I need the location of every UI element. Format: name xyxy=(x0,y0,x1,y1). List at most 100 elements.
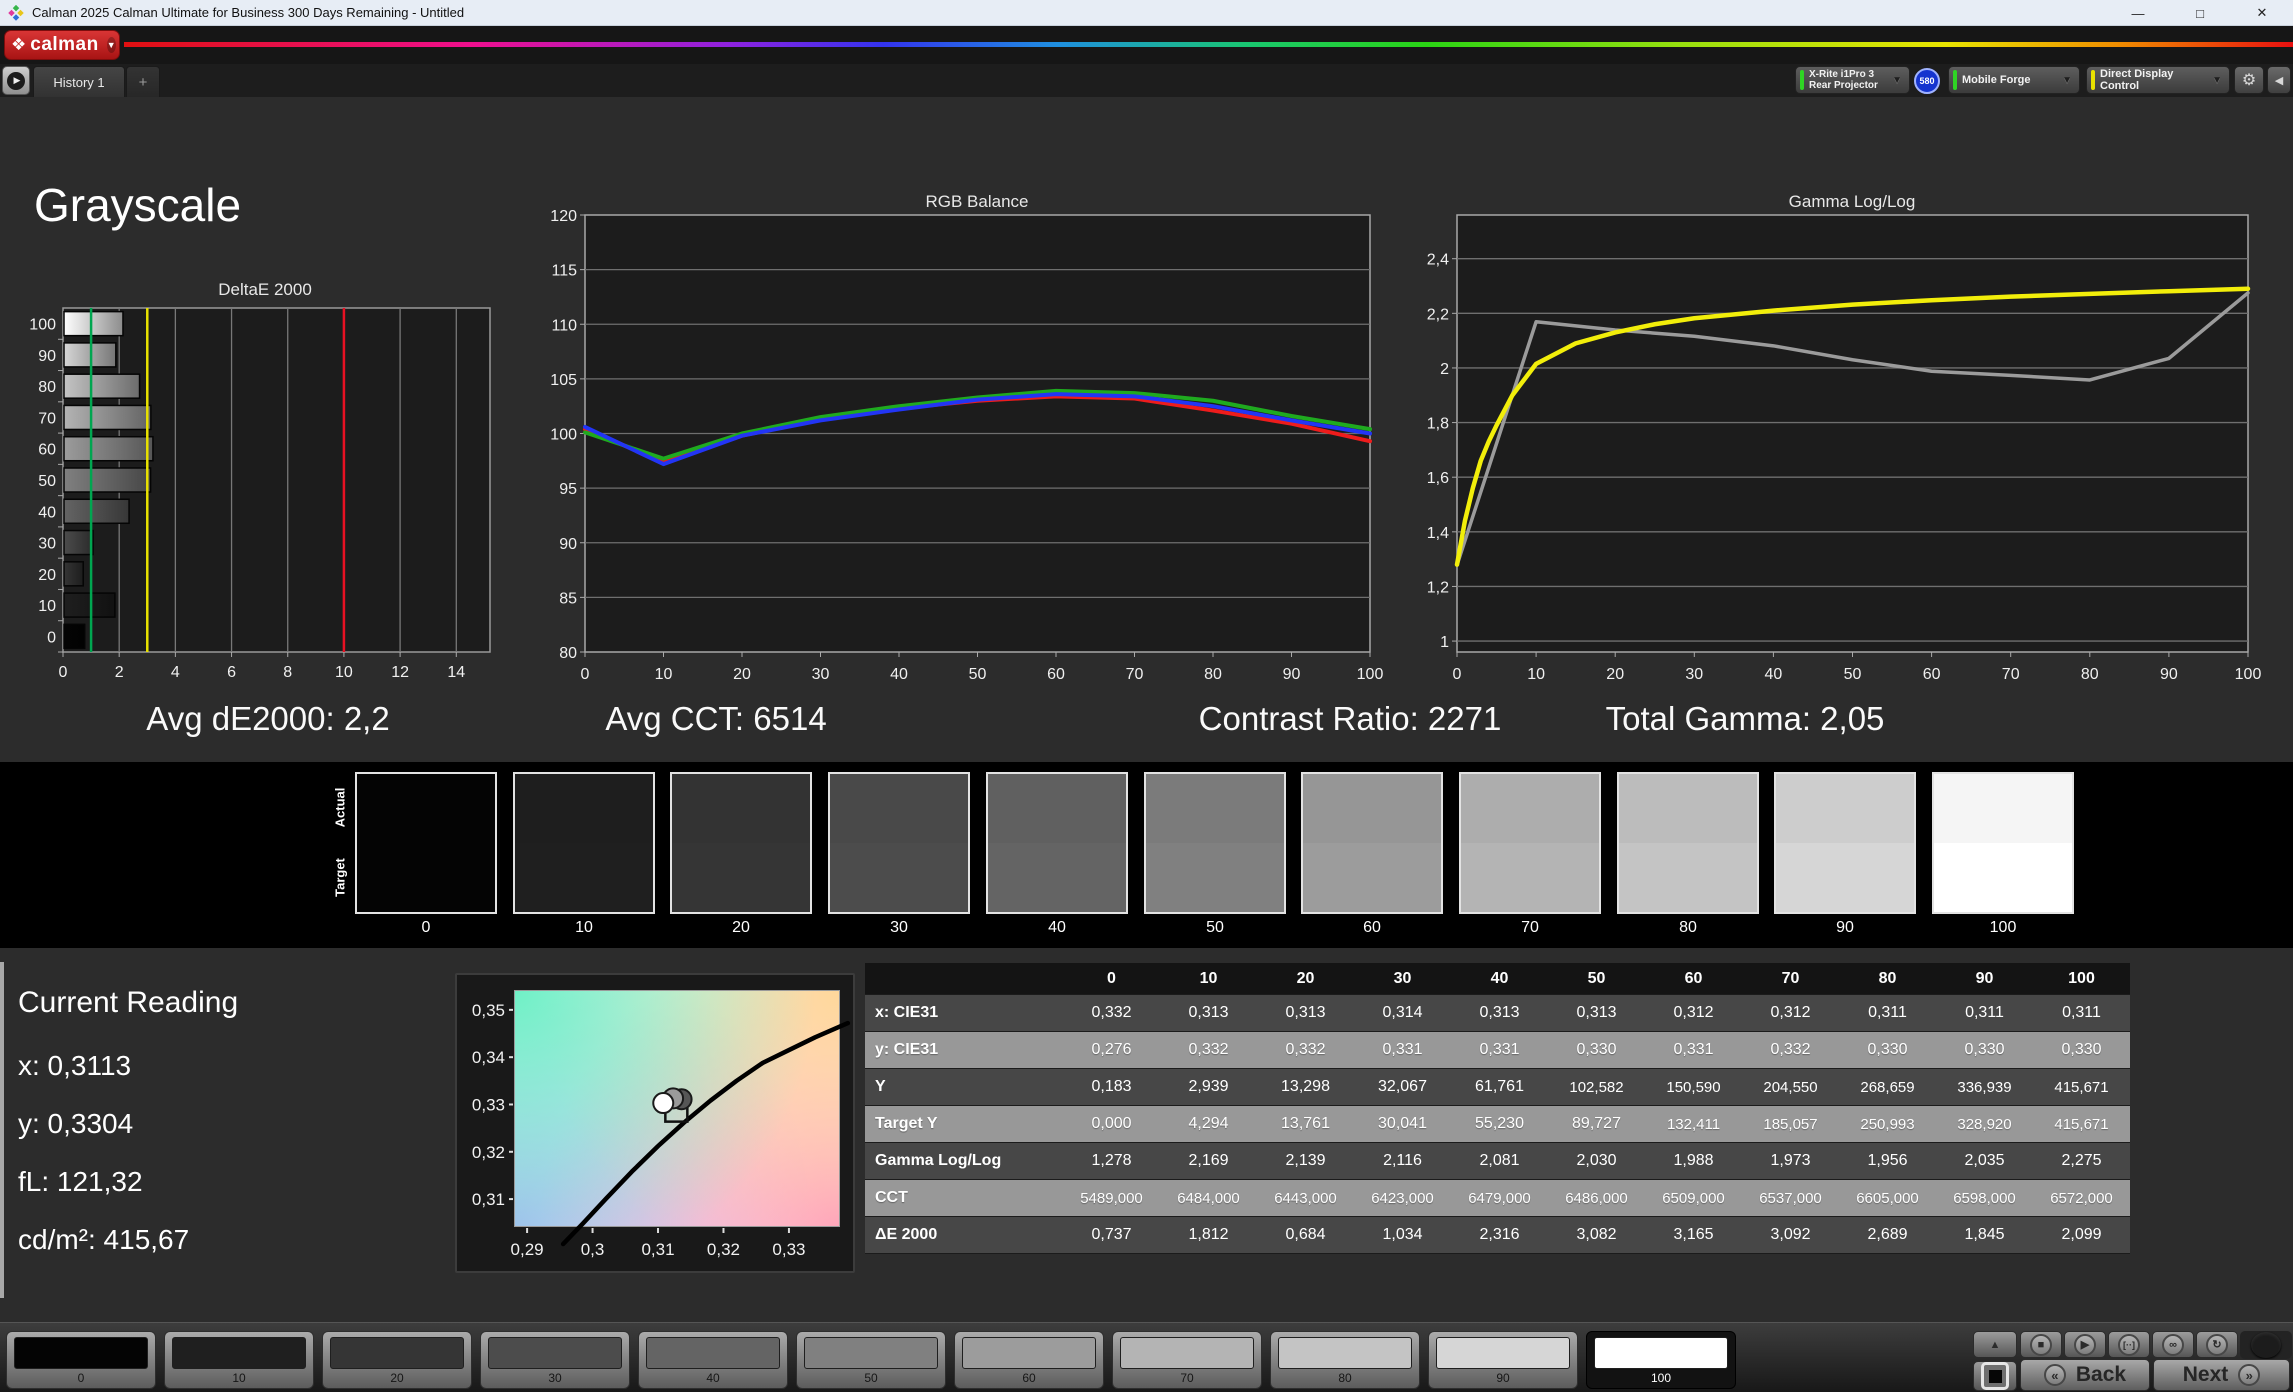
table-row: Target Y 0,000 4,294 13,761 30,041 55,230 89,7… xyxy=(865,1106,2130,1143)
source-dropdown[interactable]: Mobile Forge ▼ xyxy=(1948,66,2080,94)
pattern-button-50[interactable]: 50 xyxy=(796,1331,946,1389)
pattern-size-button[interactable]: [··] xyxy=(2108,1331,2150,1358)
svg-text:80: 80 xyxy=(1204,666,1222,683)
swatch-actual xyxy=(515,774,653,843)
expand-arrow-icon: ▶ xyxy=(7,71,25,90)
table-cell: 2,081 xyxy=(1451,1143,1548,1180)
pattern-button-40[interactable]: 40 xyxy=(638,1331,788,1389)
table-col-header: 50 xyxy=(1548,963,1645,995)
table-cell: 3,165 xyxy=(1645,1217,1742,1254)
pattern-button-60[interactable]: 60 xyxy=(954,1331,1104,1389)
table-cell: 6486,000 xyxy=(1548,1180,1645,1217)
swatch-target xyxy=(672,843,810,912)
svg-text:20: 20 xyxy=(38,567,56,584)
swatch-actual xyxy=(830,774,968,843)
svg-text:0,3: 0,3 xyxy=(581,1240,605,1259)
table-cell: 102,582 xyxy=(1548,1069,1645,1106)
pattern-button-20[interactable]: 20 xyxy=(322,1331,472,1389)
svg-text:105: 105 xyxy=(550,372,577,389)
tab-bar: ▶ History 1 + X-Rite i1Pro 3 Rear Projec… xyxy=(0,64,2293,97)
swatch-90: 90 xyxy=(1774,772,1916,937)
svg-text:60: 60 xyxy=(1923,666,1941,683)
table-cell: 0,330 xyxy=(1936,1032,2033,1069)
logo-row: ❖ calman ▼ xyxy=(0,26,2293,64)
rgb-balance-chart: 80 85 90 95 100 105 110 115 120 0 10 20 30 40 50 60 70 80… xyxy=(550,208,1383,683)
refresh-icon: ↻ xyxy=(2206,1333,2228,1356)
refresh-button[interactable]: ↻ xyxy=(2196,1331,2238,1358)
pattern-button-30[interactable]: 30 xyxy=(480,1331,630,1389)
swatch-40: 40 xyxy=(986,772,1128,937)
svg-text:12: 12 xyxy=(391,664,409,681)
svg-text:2: 2 xyxy=(1440,361,1449,378)
swatch-level-label: 10 xyxy=(575,919,593,936)
table-cell: 1,034 xyxy=(1354,1217,1451,1254)
table-cell: 1,845 xyxy=(1936,1217,2033,1254)
table-col-header: 60 xyxy=(1645,963,1742,995)
pattern-button-0[interactable]: 0 xyxy=(6,1331,156,1389)
svg-text:1,6: 1,6 xyxy=(1427,470,1449,487)
svg-text:0,33: 0,33 xyxy=(772,1240,805,1259)
stat-avg-cct: Avg CCT: 6514 xyxy=(605,700,827,737)
svg-text:50: 50 xyxy=(969,666,987,683)
table-row: CCT 5489,000 6484,000 6443,000 6423,000 6479,… xyxy=(865,1180,2130,1217)
svg-text:0,32: 0,32 xyxy=(472,1143,505,1162)
table-cell: 185,057 xyxy=(1742,1106,1839,1143)
current-reading-title: Current Reading xyxy=(18,986,239,1019)
source-caret-icon: ▼ xyxy=(2062,74,2072,86)
table-cell: 0,311 xyxy=(2033,995,2130,1032)
table-cell: 0,332 xyxy=(1742,1032,1839,1069)
table-cell: 2,099 xyxy=(2033,1217,2130,1254)
table-cell: 0,276 xyxy=(1063,1032,1160,1069)
pattern-window-up-button[interactable]: ▲ xyxy=(1973,1331,2017,1358)
infinity-icon: ∞ xyxy=(2162,1333,2184,1356)
svg-text:6: 6 xyxy=(227,664,236,681)
swatch-target xyxy=(830,843,968,912)
svg-text:0,33: 0,33 xyxy=(472,1095,505,1114)
maximize-button[interactable]: □ xyxy=(2169,0,2231,26)
svg-text:85: 85 xyxy=(559,590,577,607)
calman-menu-button[interactable]: ❖ calman ▼ xyxy=(4,30,120,60)
swatch-level-label: 20 xyxy=(732,919,750,936)
table-cell: 0,313 xyxy=(1548,995,1645,1032)
svg-text:80: 80 xyxy=(38,379,56,396)
strip-actual-label: Actual xyxy=(332,787,348,828)
next-button[interactable]: Next » xyxy=(2153,1359,2290,1391)
table-col-header: 10 xyxy=(1160,963,1257,995)
swatch-80: 80 xyxy=(1617,772,1759,937)
display-control-dropdown[interactable]: Direct Display Control ▼ xyxy=(2086,66,2230,94)
minimize-button[interactable]: — xyxy=(2107,0,2169,26)
tab-history-1[interactable]: History 1 xyxy=(33,66,125,97)
svg-text:14: 14 xyxy=(447,664,465,681)
meter-exposure-badge[interactable]: 580 xyxy=(1914,68,1940,94)
play-button[interactable]: ▶ xyxy=(2064,1331,2106,1358)
collapse-panel-button[interactable]: ◀ xyxy=(2267,66,2291,94)
swatch-60: 60 xyxy=(1301,772,1443,937)
pattern-swatch xyxy=(1436,1337,1570,1369)
stop-button[interactable]: ■ xyxy=(2020,1331,2062,1358)
table-cell: 328,920 xyxy=(1936,1106,2033,1143)
tab-add-button[interactable]: + xyxy=(126,66,160,97)
pattern-button-100[interactable]: 100 xyxy=(1586,1331,1736,1389)
close-button[interactable]: ✕ xyxy=(2231,0,2293,26)
table-cell: 0,331 xyxy=(1354,1032,1451,1069)
pattern-button-10[interactable]: 10 xyxy=(164,1331,314,1389)
settings-button[interactable]: ⚙ xyxy=(2234,66,2264,94)
pattern-button-70[interactable]: 70 xyxy=(1112,1331,1262,1389)
pattern-level-label: 100 xyxy=(1650,1371,1672,1385)
continuous-read-button[interactable]: ∞ xyxy=(2152,1331,2194,1358)
sidebar-expand-button[interactable]: ▶ xyxy=(2,66,30,95)
window-pattern-button[interactable] xyxy=(1973,1361,2017,1391)
svg-text:40: 40 xyxy=(890,666,908,683)
pattern-button-80[interactable]: 80 xyxy=(1270,1331,1420,1389)
table-col-header: 90 xyxy=(1936,963,2033,995)
table-cell: 204,550 xyxy=(1742,1069,1839,1106)
svg-text:2: 2 xyxy=(115,664,124,681)
back-button[interactable]: « Back xyxy=(2020,1359,2150,1391)
svg-text:1,4: 1,4 xyxy=(1427,525,1449,542)
pattern-button-90[interactable]: 90 xyxy=(1428,1331,1578,1389)
swatch-level-label: 100 xyxy=(1989,919,2017,936)
meter-dropdown[interactable]: X-Rite i1Pro 3 Rear Projector ▼ xyxy=(1795,66,1910,94)
table-cell: 250,993 xyxy=(1839,1106,1936,1143)
strip-target-label: Target xyxy=(332,858,348,897)
table-cell: 6484,000 xyxy=(1160,1180,1257,1217)
